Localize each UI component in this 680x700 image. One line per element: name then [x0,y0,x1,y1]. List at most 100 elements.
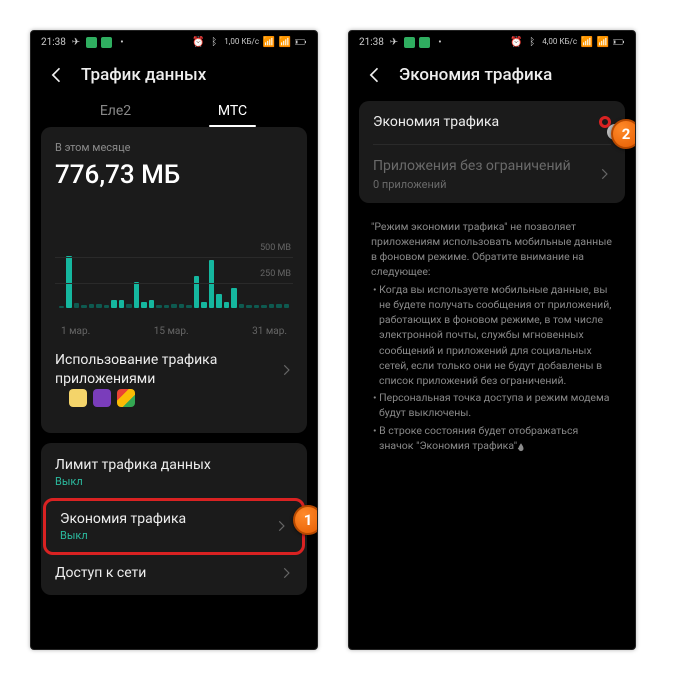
phone-screen-data-saver: 21:38 ✈ • ⏰ ᛒ 4,00 КБ/с 📶 📶 Экономия тра… [348,30,636,650]
app-header: Экономия трафика [349,53,635,93]
status-pill-icon [419,37,430,48]
data-limit-title: Лимит трафика данных [55,457,211,473]
status-pill-icon [86,37,97,48]
unrestricted-apps-title: Приложения без ограничений [373,157,571,176]
chart-bar [179,304,184,308]
telegram-icon: ✈ [388,36,400,48]
phone-screen-data-usage: 21:38 ✈ • ⏰ ᛒ 1,00 КБ/с 📶 📶 Трафик данны… [30,30,318,650]
chart-x-label: 31 мар. [252,326,287,337]
settings-list: Лимит трафика данных Выкл Экономия трафи… [41,443,307,595]
saver-card: Экономия трафика Приложения без ограниче… [359,101,625,203]
tab-sim2[interactable]: МТС [174,93,291,127]
telegram-icon: ✈ [70,36,82,48]
status-time: 21:38 [359,37,384,48]
status-speed: 4,00 КБ/с [542,38,577,46]
step-marker-2: 2 [611,119,636,149]
bluetooth-icon: ᛒ [208,36,220,48]
chart-x-label: 1 мар. [61,326,90,337]
app-icon [93,389,111,407]
notification-dot-icon: • [116,36,128,48]
back-arrow-icon[interactable] [365,65,385,85]
unrestricted-apps-row[interactable]: Приложения без ограничений 0 приложений [359,145,625,203]
desc-bullet: • Персональная точка доступа и режим мод… [371,390,613,420]
data-saver-row[interactable]: Экономия трафика Выкл [43,498,305,555]
data-saver-description: "Режим экономии трафика" не позволяет пр… [359,213,625,459]
app-header: Трафик данных [31,53,317,93]
data-saver-toggle-row[interactable]: Экономия трафика [359,101,625,144]
usage-total: 776,73 МБ [55,160,293,190]
network-access-row[interactable]: Доступ к сети [41,555,307,591]
data-saver-title: Экономия трафика [60,511,186,527]
chart-bar [261,305,266,308]
chart-bar [171,304,176,308]
status-bar: 21:38 ✈ • ⏰ ᛒ 1,00 КБ/с 📶 📶 [31,31,317,53]
data-saver-toggle-label: Экономия трафика [373,113,499,132]
page-title: Трафик данных [81,65,206,85]
chart-bar [209,260,214,308]
chart-bar [246,305,251,308]
data-limit-row[interactable]: Лимит трафика данных Выкл [41,447,307,498]
chart-bar [111,300,116,308]
app-usage-label: Использование трафика приложениями [55,351,255,389]
app-usage-row[interactable]: Использование трафика приложениями [55,337,293,389]
step-marker-1: 1 [293,505,318,535]
desc-intro: "Режим экономии трафика" не позволяет пр… [371,220,612,279]
chart-bar [216,294,221,308]
chart-bar [269,304,274,308]
status-pill-icon [404,37,415,48]
bluetooth-icon: ᛒ [526,36,538,48]
chart-bar [119,300,124,308]
chart-bar [164,305,169,308]
chart-bar [104,305,109,308]
signal-icon: 📶 [263,36,275,48]
chart-bar [239,304,244,308]
status-speed: 1,00 КБ/с [224,38,259,46]
usage-card: В этом месяце 776,73 МБ 500 MB 250 MB 1 … [41,127,307,433]
chart-bar [74,303,79,308]
signal-icon: 📶 [581,36,593,48]
battery-icon [613,36,625,48]
chevron-right-icon [597,167,611,181]
chart-bar [194,276,199,308]
network-access-title: Доступ к сети [55,565,146,581]
desc-bullet: • Когда вы используете мобильные данные,… [371,282,613,389]
month-label: В этом месяце [55,141,293,154]
chart-bar [126,304,131,308]
chart-bar [89,304,94,308]
chevron-right-icon [279,363,293,377]
chart-gridline-label: 500 MB [260,243,291,253]
signal-icon: 📶 [279,36,291,48]
desc-bullet: • В строке состояния будет отображаться … [371,423,613,453]
back-arrow-icon[interactable] [47,65,67,85]
tab-sim1[interactable]: Еле2 [57,93,174,127]
status-pill-icon [101,37,112,48]
status-bar: 21:38 ✈ • ⏰ ᛒ 4,00 КБ/с 📶 📶 [349,31,635,53]
chart-x-label: 15 мар. [154,326,189,337]
chart-bar [276,304,281,308]
data-saver-drop-icon [522,441,532,451]
chart-x-labels: 1 мар. 15 мар. 31 мар. [55,322,293,337]
signal-icon: 📶 [597,36,609,48]
chart-bar [254,305,259,308]
data-limit-status: Выкл [55,475,211,488]
alarm-icon: ⏰ [510,36,522,48]
chart-bar [201,302,206,308]
data-saver-status: Выкл [60,529,186,542]
sim-tabs: Еле2 МТС [31,93,317,127]
chart-bar [59,306,64,308]
chart-bar [66,256,71,308]
app-icon [69,389,87,407]
app-icon [117,389,135,407]
chart-bar [156,305,161,308]
chart-bar [134,282,139,308]
chart-gridline-label: 250 MB [260,269,291,279]
chart-bar [186,305,191,308]
unrestricted-apps-sub: 0 приложений [373,178,571,191]
chart-bar [284,304,289,308]
page-title: Экономия трафика [399,65,552,85]
chevron-right-icon [274,519,288,533]
battery-icon [295,36,307,48]
chart-bar [224,302,229,308]
status-time: 21:38 [41,37,66,48]
chart-bar [149,300,154,308]
